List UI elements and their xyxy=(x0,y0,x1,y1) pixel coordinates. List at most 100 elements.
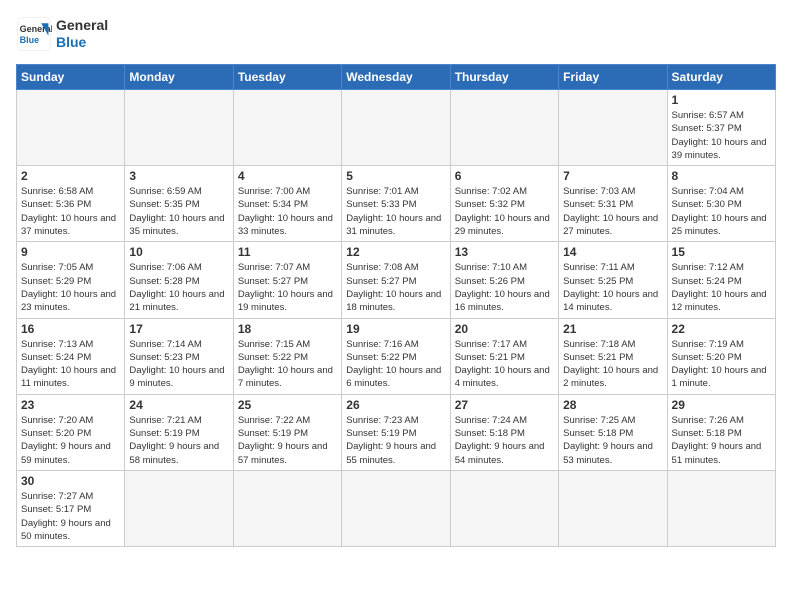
column-header-sunday: Sunday xyxy=(17,65,125,90)
calendar-cell: 18Sunrise: 7:15 AM Sunset: 5:22 PM Dayli… xyxy=(233,318,341,394)
logo: General Blue General Blue xyxy=(16,16,108,52)
calendar-cell: 28 Sunrise: 7:25 AM Sunset: 5:18 PM Dayli… xyxy=(559,394,667,470)
svg-text:Blue: Blue xyxy=(20,35,40,45)
calendar-cell xyxy=(559,90,667,166)
day-number: 4 xyxy=(238,169,337,183)
calendar-week-row: 2Sunrise: 6:58 AM Sunset: 5:36 PM Daylig… xyxy=(17,166,776,242)
calendar-cell: 16Sunrise: 7:13 AM Sunset: 5:24 PM Dayli… xyxy=(17,318,125,394)
calendar-cell: 19 Sunrise: 7:16 AM Sunset: 5:22 PM Dayli… xyxy=(342,318,450,394)
day-info: Sunrise: 7:14 AM Sunset: 5:23 PM Dayligh… xyxy=(129,338,228,391)
day-info: Sunrise: 7:06 AM Sunset: 5:28 PM Dayligh… xyxy=(129,261,228,314)
day-info: Sunrise: 7:26 AM Sunset: 5:18 PM Dayligh… xyxy=(672,414,771,467)
day-info: Sunrise: 7:22 AM Sunset: 5:19 PM Dayligh… xyxy=(238,414,337,467)
day-info: Sunrise: 7:13 AM Sunset: 5:24 PM Dayligh… xyxy=(21,338,120,391)
calendar-cell: 23 Sunrise: 7:20 AM Sunset: 5:20 PM Dayli… xyxy=(17,394,125,470)
day-number: 13 xyxy=(455,245,554,259)
day-number: 21 xyxy=(563,322,662,336)
day-number: 9 xyxy=(21,245,120,259)
calendar-cell xyxy=(125,470,233,546)
day-info: Sunrise: 7:17 AM Sunset: 5:21 PM Dayligh… xyxy=(455,338,554,391)
day-number: 15 xyxy=(672,245,771,259)
calendar-cell xyxy=(450,90,558,166)
day-number: 2 xyxy=(21,169,120,183)
day-info: Sunrise: 7:20 AM Sunset: 5:20 PM Dayligh… xyxy=(21,414,120,467)
calendar-week-row: 9 Sunrise: 7:05 AM Sunset: 5:29 PM Daylig… xyxy=(17,242,776,318)
calendar-cell: 22 Sunrise: 7:19 AM Sunset: 5:20 PM Dayli… xyxy=(667,318,775,394)
calendar-cell: 3 Sunrise: 6:59 AM Sunset: 5:35 PM Daylig… xyxy=(125,166,233,242)
calendar-cell: 20Sunrise: 7:17 AM Sunset: 5:21 PM Dayli… xyxy=(450,318,558,394)
day-info: Sunrise: 7:08 AM Sunset: 5:27 PM Dayligh… xyxy=(346,261,445,314)
day-info: Sunrise: 7:27 AM Sunset: 5:17 PM Dayligh… xyxy=(21,490,120,543)
calendar-cell xyxy=(667,470,775,546)
calendar-cell: 10 Sunrise: 7:06 AM Sunset: 5:28 PM Dayli… xyxy=(125,242,233,318)
calendar-cell xyxy=(17,90,125,166)
calendar-cell: 26 Sunrise: 7:23 AM Sunset: 5:19 PM Dayli… xyxy=(342,394,450,470)
day-info: Sunrise: 7:11 AM Sunset: 5:25 PM Dayligh… xyxy=(563,261,662,314)
day-info: Sunrise: 7:00 AM Sunset: 5:34 PM Dayligh… xyxy=(238,185,337,238)
day-info: Sunrise: 7:24 AM Sunset: 5:18 PM Dayligh… xyxy=(455,414,554,467)
calendar-cell: 24Sunrise: 7:21 AM Sunset: 5:19 PM Dayli… xyxy=(125,394,233,470)
day-number: 27 xyxy=(455,398,554,412)
calendar-cell: 7Sunrise: 7:03 AM Sunset: 5:31 PM Daylig… xyxy=(559,166,667,242)
calendar-cell xyxy=(233,90,341,166)
day-number: 5 xyxy=(346,169,445,183)
day-info: Sunrise: 6:57 AM Sunset: 5:37 PM Dayligh… xyxy=(672,109,771,162)
column-header-friday: Friday xyxy=(559,65,667,90)
logo-icon: General Blue xyxy=(16,16,52,52)
page: General Blue General Blue SundayMondayTu… xyxy=(0,0,792,555)
day-info: Sunrise: 7:05 AM Sunset: 5:29 PM Dayligh… xyxy=(21,261,120,314)
day-number: 10 xyxy=(129,245,228,259)
day-number: 1 xyxy=(672,93,771,107)
calendar-cell: 6 Sunrise: 7:02 AM Sunset: 5:32 PM Daylig… xyxy=(450,166,558,242)
day-number: 6 xyxy=(455,169,554,183)
day-info: Sunrise: 7:16 AM Sunset: 5:22 PM Dayligh… xyxy=(346,338,445,391)
day-info: Sunrise: 7:23 AM Sunset: 5:19 PM Dayligh… xyxy=(346,414,445,467)
day-info: Sunrise: 7:21 AM Sunset: 5:19 PM Dayligh… xyxy=(129,414,228,467)
day-number: 18 xyxy=(238,322,337,336)
calendar-cell xyxy=(125,90,233,166)
calendar-cell: 27 Sunrise: 7:24 AM Sunset: 5:18 PM Dayli… xyxy=(450,394,558,470)
day-number: 14 xyxy=(563,245,662,259)
day-number: 17 xyxy=(129,322,228,336)
calendar-cell xyxy=(559,470,667,546)
day-info: Sunrise: 7:02 AM Sunset: 5:32 PM Dayligh… xyxy=(455,185,554,238)
day-info: Sunrise: 6:59 AM Sunset: 5:35 PM Dayligh… xyxy=(129,185,228,238)
header: General Blue General Blue xyxy=(16,16,776,52)
calendar-cell: 21 Sunrise: 7:18 AM Sunset: 5:21 PM Dayli… xyxy=(559,318,667,394)
calendar-cell: 5 Sunrise: 7:01 AM Sunset: 5:33 PM Daylig… xyxy=(342,166,450,242)
logo-general: General xyxy=(56,17,108,34)
day-number: 7 xyxy=(563,169,662,183)
calendar-cell: 17 Sunrise: 7:14 AM Sunset: 5:23 PM Dayli… xyxy=(125,318,233,394)
calendar-cell: 30Sunrise: 7:27 AM Sunset: 5:17 PM Dayli… xyxy=(17,470,125,546)
day-info: Sunrise: 7:19 AM Sunset: 5:20 PM Dayligh… xyxy=(672,338,771,391)
day-number: 8 xyxy=(672,169,771,183)
day-number: 12 xyxy=(346,245,445,259)
logo-blue: Blue xyxy=(56,34,108,51)
calendar-cell: 14 Sunrise: 7:11 AM Sunset: 5:25 PM Dayli… xyxy=(559,242,667,318)
day-number: 3 xyxy=(129,169,228,183)
column-header-saturday: Saturday xyxy=(667,65,775,90)
day-number: 28 xyxy=(563,398,662,412)
day-info: Sunrise: 7:04 AM Sunset: 5:30 PM Dayligh… xyxy=(672,185,771,238)
calendar-cell xyxy=(342,90,450,166)
day-info: Sunrise: 7:01 AM Sunset: 5:33 PM Dayligh… xyxy=(346,185,445,238)
calendar-cell: 25Sunrise: 7:22 AM Sunset: 5:19 PM Dayli… xyxy=(233,394,341,470)
calendar-cell: 11Sunrise: 7:07 AM Sunset: 5:27 PM Dayli… xyxy=(233,242,341,318)
calendar-cell: 29Sunrise: 7:26 AM Sunset: 5:18 PM Dayli… xyxy=(667,394,775,470)
calendar-cell: 4 Sunrise: 7:00 AM Sunset: 5:34 PM Daylig… xyxy=(233,166,341,242)
calendar-week-row: 1 Sunrise: 6:57 AM Sunset: 5:37 PM Daylig… xyxy=(17,90,776,166)
day-info: Sunrise: 7:25 AM Sunset: 5:18 PM Dayligh… xyxy=(563,414,662,467)
calendar-cell xyxy=(233,470,341,546)
day-info: Sunrise: 7:18 AM Sunset: 5:21 PM Dayligh… xyxy=(563,338,662,391)
day-number: 23 xyxy=(21,398,120,412)
column-header-thursday: Thursday xyxy=(450,65,558,90)
calendar-cell: 9 Sunrise: 7:05 AM Sunset: 5:29 PM Daylig… xyxy=(17,242,125,318)
calendar-cell: 15Sunrise: 7:12 AM Sunset: 5:24 PM Dayli… xyxy=(667,242,775,318)
day-number: 19 xyxy=(346,322,445,336)
day-info: Sunrise: 7:07 AM Sunset: 5:27 PM Dayligh… xyxy=(238,261,337,314)
day-number: 22 xyxy=(672,322,771,336)
calendar-cell xyxy=(342,470,450,546)
calendar-table: SundayMondayTuesdayWednesdayThursdayFrid… xyxy=(16,64,776,547)
day-number: 26 xyxy=(346,398,445,412)
calendar-header-row: SundayMondayTuesdayWednesdayThursdayFrid… xyxy=(17,65,776,90)
